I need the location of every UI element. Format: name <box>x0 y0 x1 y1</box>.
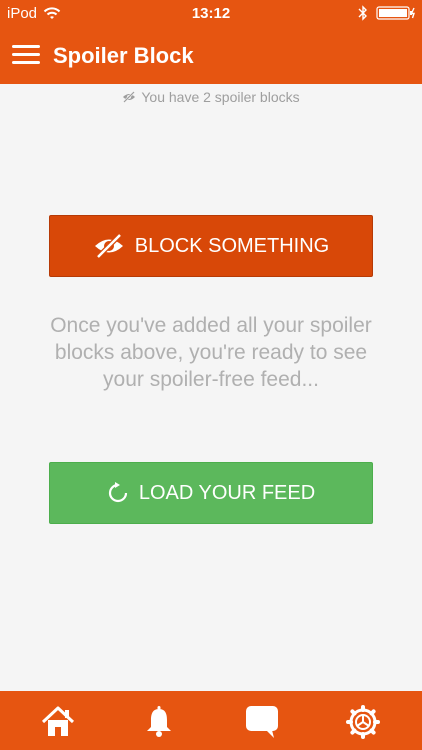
eye-slash-icon <box>94 233 123 259</box>
load-feed-label: LOAD YOUR FEED <box>138 481 316 504</box>
chat-icon <box>246 706 278 738</box>
block-something-label: BLOCK SOMETHING <box>134 234 330 257</box>
home-icon <box>41 706 75 736</box>
eye-slash-icon <box>123 91 136 103</box>
tab-bar <box>0 691 422 750</box>
spoiler-count-text: You have 2 spoiler blocks <box>141 89 300 105</box>
load-feed-button[interactable]: LOAD YOUR FEED <box>49 462 373 524</box>
refresh-icon <box>108 482 127 503</box>
block-something-button[interactable]: BLOCK SOMETHING <box>49 215 373 277</box>
bell-icon <box>147 706 171 737</box>
info-text: Once you've added all your spoiler block… <box>50 314 372 391</box>
battery-icon <box>376 6 415 20</box>
tab-notifications[interactable] <box>139 702 179 742</box>
bluetooth-icon <box>358 5 367 21</box>
tab-settings[interactable] <box>343 702 383 742</box>
settings-icon <box>346 705 380 739</box>
hamburger-menu-icon[interactable] <box>12 42 40 70</box>
status-bar: iPod 13:12 <box>0 0 422 28</box>
spoiler-count: You have 2 spoiler blocks <box>0 89 422 105</box>
tab-messages[interactable] <box>242 702 282 742</box>
app-title: Spoiler Block <box>53 43 194 68</box>
status-right <box>358 5 416 21</box>
tab-home[interactable] <box>38 702 78 742</box>
app-bar: Spoiler Block <box>0 28 422 84</box>
